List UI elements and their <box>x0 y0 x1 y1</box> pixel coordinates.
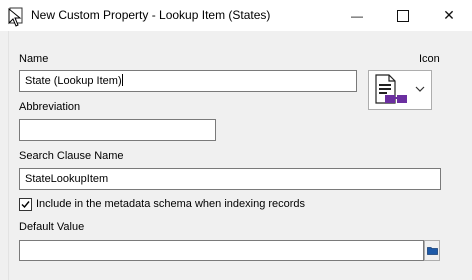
default-value-field[interactable] <box>19 240 424 261</box>
document-glasses-icon <box>375 74 407 104</box>
folder-icon <box>426 247 438 255</box>
title-bar: a New Custom Property - Lookup Item (Sta… <box>0 0 472 31</box>
checkmark-icon <box>21 201 30 209</box>
name-field[interactable]: State (Lookup Item) <box>19 70 357 92</box>
minimize-button[interactable]: — <box>334 0 380 31</box>
name-value: State (Lookup Item) <box>25 75 122 87</box>
abbreviation-field[interactable] <box>19 119 216 141</box>
include-metadata-label[interactable]: Include in the metadata schema when inde… <box>36 198 305 210</box>
browse-button[interactable] <box>424 240 440 261</box>
window-title: New Custom Property - Lookup Item (State… <box>31 8 271 22</box>
icon-label: Icon <box>419 53 440 65</box>
dialog-frame-left <box>8 31 9 280</box>
maximize-icon <box>397 9 409 22</box>
abbreviation-label: Abbreviation <box>19 101 81 113</box>
maximize-button[interactable] <box>380 0 426 31</box>
close-icon: ✕ <box>443 7 455 23</box>
default-value-label: Default Value <box>19 221 85 233</box>
app-icon: a <box>8 7 23 27</box>
chevron-down-icon <box>415 86 425 92</box>
close-button[interactable]: ✕ <box>426 0 472 31</box>
search-clause-field[interactable]: StateLookupItem <box>19 168 441 190</box>
include-metadata-checkbox[interactable] <box>19 198 32 211</box>
minimize-icon: — <box>351 8 363 23</box>
search-clause-label: Search Clause Name <box>19 150 124 162</box>
icon-picker-dropdown[interactable] <box>368 70 432 110</box>
text-caret <box>121 74 123 86</box>
name-label: Name <box>19 53 49 65</box>
